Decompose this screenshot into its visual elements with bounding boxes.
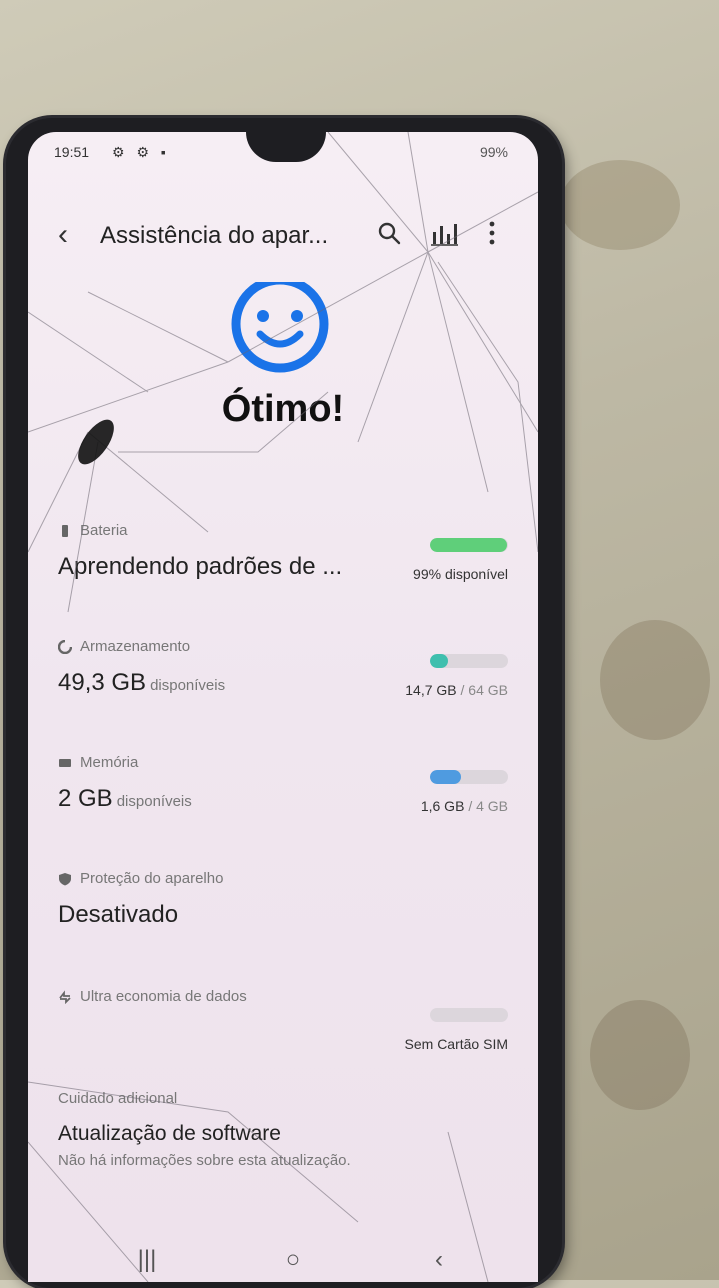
bar-chart-icon[interactable]: [430, 220, 458, 248]
status-time: 19:51: [54, 144, 90, 160]
storage-bar: [430, 654, 508, 668]
battery-percent: 99%: [479, 144, 508, 160]
battery-bar-fill: [430, 538, 508, 552]
data-saver-caption: Sem Cartão SIM: [404, 1036, 508, 1052]
device-care-screen: 19:51 ⚙ ⚙ ▪ 99% ‹ Assistência do apar...: [28, 132, 538, 1282]
search-icon[interactable]: [376, 220, 402, 246]
memory-bar-fill: [430, 770, 462, 784]
recents-button[interactable]: |||: [132, 1246, 162, 1273]
data-saver-bar: [430, 1008, 508, 1022]
more-vertical-icon[interactable]: [480, 218, 504, 248]
software-update-description: Não há informações sobre esta atualizaçã…: [58, 1152, 351, 1169]
memory-icon: [59, 758, 71, 767]
memory-bar: [430, 770, 508, 784]
chevron-left-icon[interactable]: ‹: [58, 218, 68, 252]
battery-section[interactable]: Bateria Aprendendo padrões de ... 99% di…: [58, 522, 508, 592]
memory-value: 2 GB: [58, 785, 113, 812]
storage-label: Armazenamento: [80, 638, 191, 655]
memory-value-suffix: disponíveis: [116, 793, 192, 810]
data-saver-section[interactable]: Ultra economia de dados Sem Cartão SIM: [58, 988, 508, 1058]
storage-used: 14,7 GB: [405, 682, 457, 698]
page-title: Assistência do apar...: [100, 222, 329, 249]
data-saver-label: Ultra economia de dados: [80, 988, 247, 1005]
background-pattern: [590, 1000, 690, 1110]
background-pattern: [600, 620, 710, 740]
battery-label: Bateria: [80, 522, 128, 539]
phone-frame: 19:51 ⚙ ⚙ ▪ 99% ‹ Assistência do apar...: [6, 118, 562, 1288]
status-bar: 19:51 ⚙ ⚙ ▪ 99%: [54, 144, 508, 164]
back-button[interactable]: ‹: [424, 1246, 454, 1273]
memory-used: 1,6 GB: [420, 798, 465, 814]
storage-total: / 64 GB: [460, 682, 508, 698]
battery-caption: 99% disponível: [413, 566, 508, 582]
storage-section[interactable]: Armazenamento 49,3 GB disponíveis 14,7 GB…: [58, 638, 508, 708]
status-notification-icons: ⚙ ⚙ ▪: [112, 144, 170, 160]
storage-bar-fill: [430, 654, 448, 668]
additional-care-heading: Cuidado adicional: [58, 1090, 178, 1107]
storage-icon: [58, 639, 72, 654]
status-smiley-icon: [231, 282, 329, 373]
storage-value-suffix: disponíveis: [150, 677, 226, 694]
memory-label: Memória: [80, 754, 139, 771]
data-saver-icon: [59, 989, 71, 1004]
battery-icon: [62, 524, 68, 537]
software-update-title[interactable]: Atualização de software: [58, 1122, 281, 1146]
app-bar: ‹ Assistência do apar...: [28, 214, 538, 258]
memory-section[interactable]: Memória 2 GB disponíveis 1,6 GB / 4 GB: [58, 754, 508, 824]
battery-bar: [430, 538, 508, 552]
memory-total: / 4 GB: [468, 798, 508, 814]
home-button[interactable]: ○: [278, 1246, 308, 1273]
shield-icon: [59, 872, 71, 885]
background-pattern: [560, 160, 680, 250]
protection-value: Desativado: [58, 901, 179, 928]
protection-section[interactable]: Proteção do aparelho Desativado: [58, 870, 508, 940]
navigation-bar: ||| ○ ‹: [28, 1242, 538, 1278]
status-headline: Ótimo!: [221, 388, 345, 430]
storage-value: 49,3 GB: [58, 669, 147, 696]
protection-label: Proteção do aparelho: [80, 870, 224, 887]
